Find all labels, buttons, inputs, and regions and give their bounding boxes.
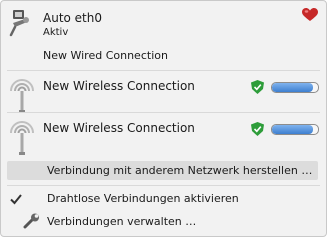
signal-strength-bar	[271, 82, 319, 93]
shield-icon	[251, 80, 264, 94]
wired-connection-status: Aktiv	[43, 27, 69, 38]
network-popup: Auto eth0 Aktiv New Wired Connection New…	[0, 0, 327, 237]
wired-connection-name[interactable]: Auto eth0	[43, 11, 102, 25]
separator	[7, 185, 320, 186]
signal-strength-bar	[271, 124, 319, 135]
ethernet-icon	[9, 9, 33, 37]
wireless-network-item[interactable]: New Wireless Connection	[1, 113, 326, 161]
wrench-icon	[23, 213, 41, 229]
wireless-network-label: New Wireless Connection	[43, 79, 195, 93]
signal-strength-fill	[272, 83, 314, 92]
connect-other-network-label: Verbindung mit anderem Netzwerk herstell…	[47, 164, 313, 177]
enable-wireless-label[interactable]: Drahtlose Verbindungen aktivieren	[47, 192, 239, 205]
connect-other-network-button[interactable]: Verbindung mit anderem Netzwerk herstell…	[7, 161, 318, 180]
wireless-network-label: New Wireless Connection	[43, 121, 195, 135]
wifi-icon	[7, 119, 37, 157]
enable-wireless-checkbox[interactable]	[9, 192, 23, 206]
favorite-heart-icon[interactable]	[302, 8, 318, 22]
shield-icon	[251, 122, 264, 136]
manage-connections-button[interactable]: Verbindungen verwalten …	[47, 215, 196, 228]
signal-strength-fill	[272, 125, 314, 134]
wifi-icon	[7, 77, 37, 115]
wired-connection-profile[interactable]: New Wired Connection	[43, 49, 168, 62]
